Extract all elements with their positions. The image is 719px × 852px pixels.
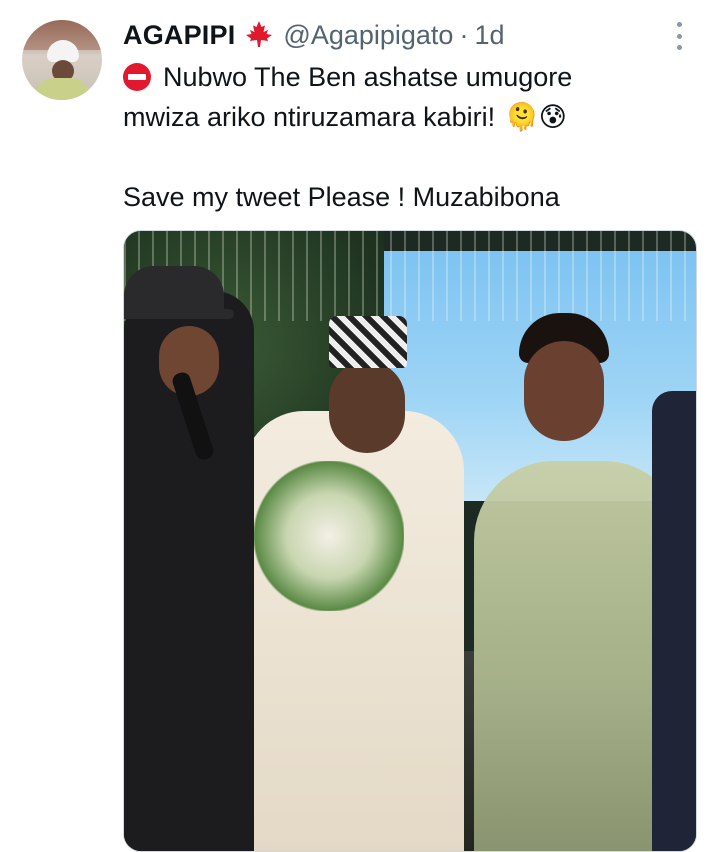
- tweet-text: Nubwo The Ben ashatse umugore mwiza arik…: [123, 57, 703, 217]
- no-entry-icon: [123, 63, 151, 91]
- separator-dot: ·: [459, 19, 469, 50]
- tweet-line-2-text: mwiza ariko ntiruzamara kabiri!: [123, 102, 496, 132]
- avatar-shirt: [34, 78, 90, 100]
- tweet-header: AGAPIPI @Agapipigato · 1d: [123, 17, 505, 53]
- author-handle[interactable]: @Agapipigato: [283, 20, 453, 51]
- tweet-line-2: mwiza ariko ntiruzamara kabiri! 🫠😰: [123, 97, 703, 137]
- bouquet-figure: [254, 461, 404, 611]
- maple-leaf-icon: [246, 21, 273, 47]
- melting-sad-emoji: 🫠😰: [505, 102, 567, 132]
- wedding-photo-scene: [124, 231, 696, 851]
- author-avatar[interactable]: [22, 20, 102, 100]
- tweet-line-1-text: Nubwo The Ben ashatse umugore: [163, 62, 573, 92]
- tweet-line-1: Nubwo The Ben ashatse umugore: [123, 57, 703, 97]
- more-options-icon[interactable]: [670, 22, 688, 50]
- tweet-line-3-text: Save my tweet Please ! Muzabibona: [123, 182, 560, 212]
- author-name[interactable]: AGAPIPI: [123, 20, 235, 51]
- tweet-photo[interactable]: [123, 230, 697, 852]
- tweet-timestamp[interactable]: 1d: [474, 20, 504, 51]
- tweet-line-3: Save my tweet Please ! Muzabibona: [123, 177, 703, 217]
